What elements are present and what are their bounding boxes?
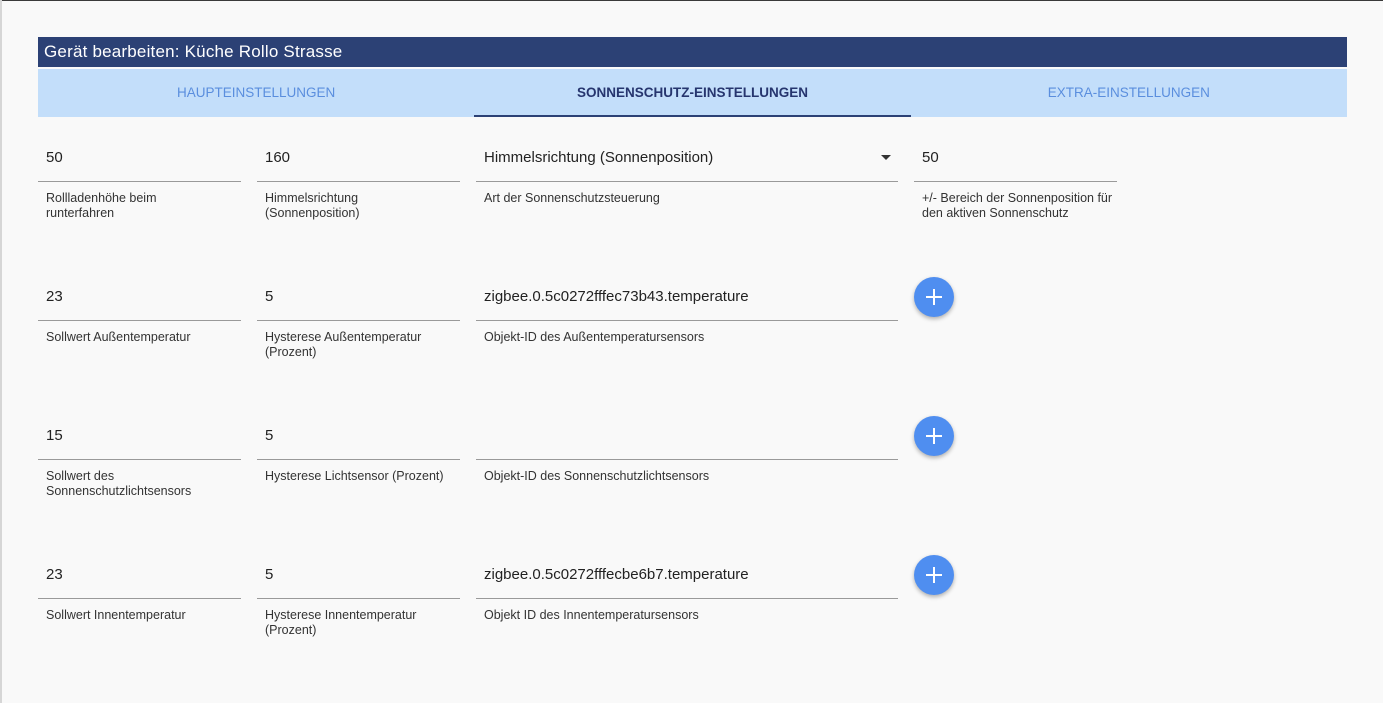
sun-protection-mode-select[interactable]: Himmelsrichtung (Sonnenposition) Art der… (476, 146, 898, 205)
light-sensor-id-input[interactable] (476, 424, 898, 448)
window-edge-top (0, 0, 1383, 1)
input-underline (38, 598, 241, 599)
tab-sun-protection-settings[interactable]: SONNENSCHUTZ-EINSTELLUNGEN (474, 69, 911, 117)
light-sensor-hysteresis-input[interactable]: 5 (257, 424, 460, 448)
input-underline (257, 598, 460, 599)
sun-range-label: +/- Bereich der Sonnenposition für den a… (922, 191, 1113, 220)
edit-device-dialog: Gerät bearbeiten: Küche Rollo Strasse HA… (0, 0, 1383, 703)
light-sensor-setpoint-field[interactable]: 15 Sollwert des Sonnenschutzlichtsensors (38, 424, 241, 498)
inside-temp-sensor-id-field[interactable]: zigbee.0.5c0272fffecbe6b7.temperature Ob… (476, 563, 898, 622)
inside-temp-hysteresis-input[interactable]: 5 (257, 563, 460, 587)
inside-temp-sensor-id-input[interactable]: zigbee.0.5c0272fffecbe6b7.temperature (476, 563, 898, 587)
outside-temp-sensor-id-field[interactable]: zigbee.0.5c0272fffec73b43.temperature Ob… (476, 285, 898, 344)
select-light-sensor-button[interactable] (914, 416, 954, 456)
input-underline (257, 320, 460, 321)
input-underline (38, 181, 241, 182)
sun-range-input[interactable]: 50 (914, 146, 1117, 170)
select-outside-temp-sensor-button[interactable] (914, 277, 954, 317)
direction-input[interactable]: 160 (257, 146, 460, 170)
input-underline (476, 320, 898, 321)
sun-protection-mode-value[interactable]: Himmelsrichtung (Sonnenposition) (476, 146, 898, 170)
input-underline (38, 459, 241, 460)
outside-temp-hysteresis-input[interactable]: 5 (257, 285, 460, 309)
light-sensor-hysteresis-field[interactable]: 5 Hysterese Lichtsensor (Prozent) (257, 424, 460, 483)
input-underline (476, 181, 898, 182)
direction-field[interactable]: 160 Himmelsrichtung (Sonnenposition) (257, 146, 460, 220)
inside-temp-hysteresis-label: Hysterese Innentemperatur (Prozent) (265, 608, 417, 637)
input-underline (257, 459, 460, 460)
input-underline (38, 320, 241, 321)
height-down-label: Rollladenhöhe beim runterfahren (46, 191, 157, 220)
plus-icon-stroke (933, 567, 935, 583)
light-sensor-setpoint-label: Sollwert des Sonnenschutzlichtsensors (46, 469, 192, 498)
sun-protection-mode-label: Art der Sonnenschutzsteuerung (484, 191, 660, 205)
input-underline (914, 181, 1117, 182)
height-down-field[interactable]: 50 Rollladenhöhe beim runterfahren (38, 146, 241, 220)
outside-temp-hysteresis-label: Hysterese Außentemperatur (Prozent) (265, 330, 422, 359)
inside-temp-sensor-id-label: Objekt ID des Innentemperatursensors (484, 608, 699, 622)
outside-temp-setpoint-field[interactable]: 23 Sollwert Außentemperatur (38, 285, 241, 344)
plus-icon-stroke (933, 289, 935, 305)
inside-temp-setpoint-input[interactable]: 23 (38, 563, 241, 587)
plus-icon-stroke (933, 428, 935, 444)
direction-label: Himmelsrichtung (Sonnenposition) (265, 191, 360, 220)
outside-temp-hysteresis-field[interactable]: 5 Hysterese Außentemperatur (Prozent) (257, 285, 460, 359)
sun-range-field[interactable]: 50 +/- Bereich der Sonnenposition für de… (914, 146, 1117, 220)
inside-temp-hysteresis-field[interactable]: 5 Hysterese Innentemperatur (Prozent) (257, 563, 460, 637)
inside-temp-setpoint-field[interactable]: 23 Sollwert Innentemperatur (38, 563, 241, 622)
tab-bar: HAUPTEINSTELLUNGEN SONNENSCHUTZ-EINSTELL… (38, 69, 1347, 117)
light-sensor-setpoint-input[interactable]: 15 (38, 424, 241, 448)
window-edge-left (0, 0, 2, 703)
triangle-down-icon[interactable] (881, 155, 891, 160)
light-sensor-id-field[interactable]: Objekt-ID des Sonnenschutzlichtsensors (476, 424, 898, 483)
input-underline (257, 181, 460, 182)
tab-main-settings[interactable]: HAUPTEINSTELLUNGEN (38, 69, 474, 117)
height-down-input[interactable]: 50 (38, 146, 241, 170)
light-sensor-id-label: Objekt-ID des Sonnenschutzlichtsensors (484, 469, 710, 483)
dialog-title: Gerät bearbeiten: Küche Rollo Strasse (38, 37, 1347, 67)
input-underline (476, 459, 898, 460)
inside-temp-setpoint-label: Sollwert Innentemperatur (46, 608, 186, 622)
outside-temp-sensor-id-label: Objekt-ID des Außentemperatursensors (484, 330, 705, 344)
light-sensor-hysteresis-label: Hysterese Lichtsensor (Prozent) (265, 469, 444, 483)
tab-extra-settings[interactable]: EXTRA-EINSTELLUNGEN (911, 69, 1347, 117)
outside-temp-setpoint-input[interactable]: 23 (38, 285, 241, 309)
select-inside-temp-sensor-button[interactable] (914, 555, 954, 595)
input-underline (476, 598, 898, 599)
outside-temp-setpoint-label: Sollwert Außentemperatur (46, 330, 191, 344)
outside-temp-sensor-id-input[interactable]: zigbee.0.5c0272fffec73b43.temperature (476, 285, 898, 309)
